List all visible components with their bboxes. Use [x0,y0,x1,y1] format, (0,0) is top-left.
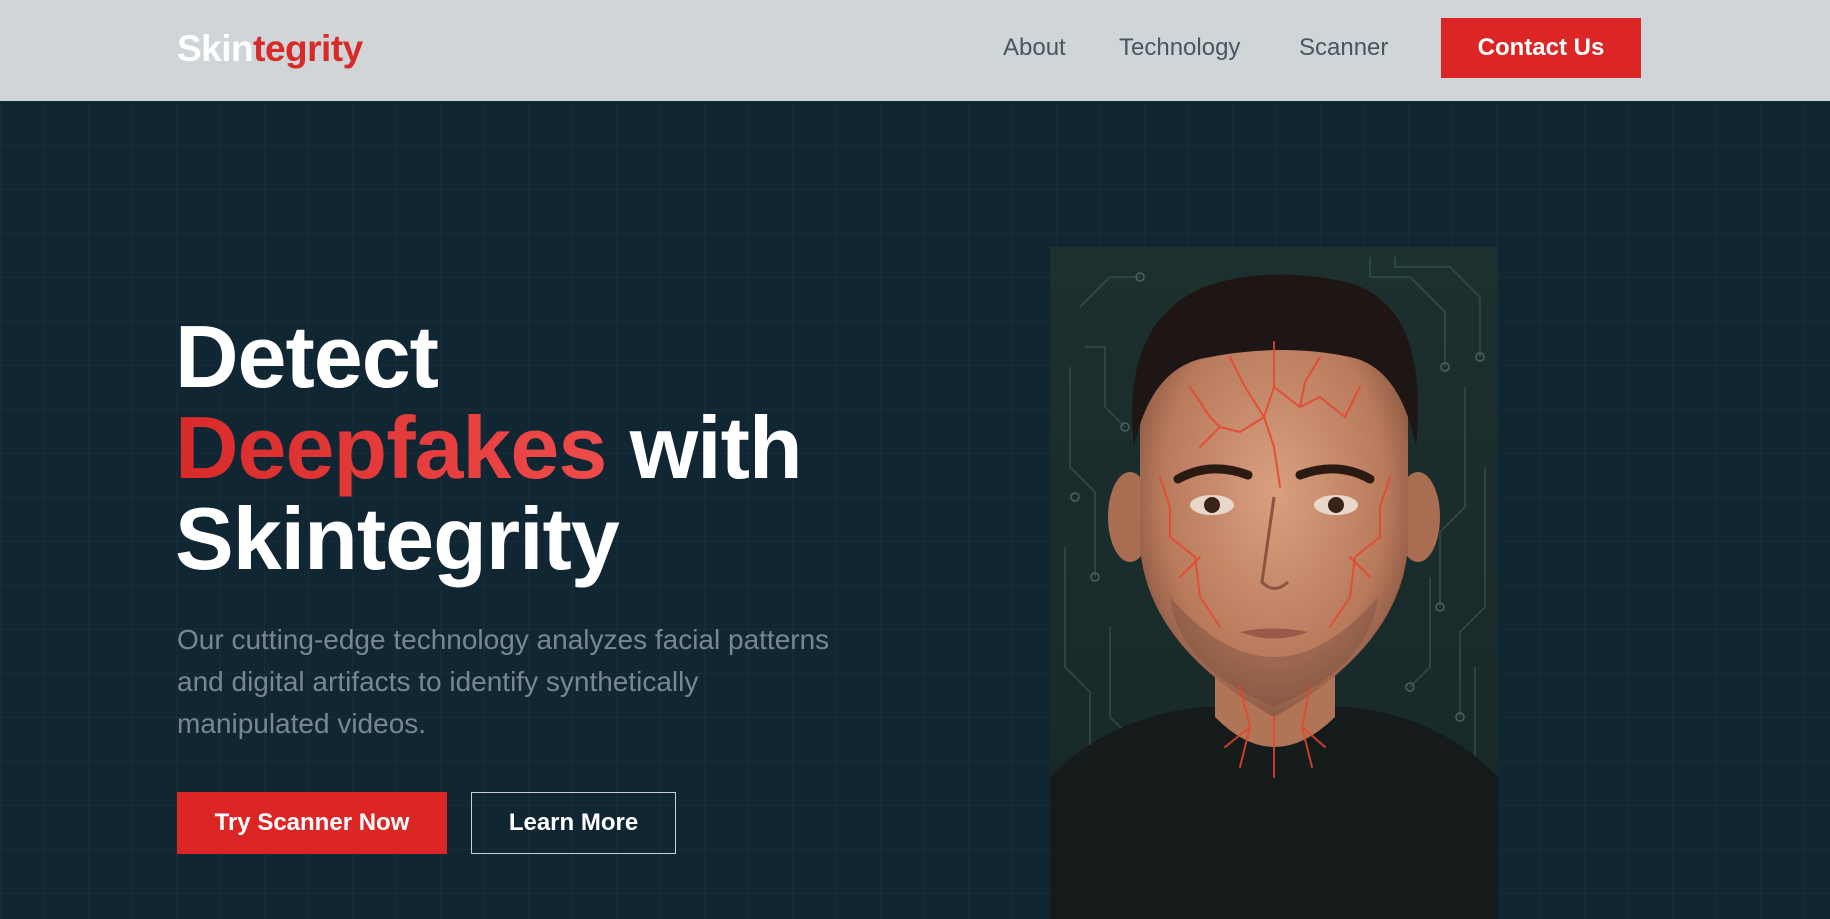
hero-section: Detect Deepfakes with Skintegrity Our cu… [0,101,1830,919]
portrait-illustration [1050,247,1498,919]
headline-row-2: Deepfakes with [175,402,975,493]
headline-with: with [606,398,803,497]
learn-more-button[interactable]: Learn More [471,792,676,854]
headline-row-3: Skintegrity [175,489,620,588]
hero-headline: Detect Deepfakes with Skintegrity [175,311,975,584]
site-header: Skintegrity About Technology Scanner Con… [0,0,1830,101]
brand-logo-part1: Skin [177,28,254,69]
headline-accent: Deepfakes [175,398,607,497]
nav-link-technology[interactable]: Technology [1119,30,1240,66]
hero-portrait-image [1050,247,1498,919]
brand-logo-part2: tegrity [253,28,363,69]
nav-link-scanner[interactable]: Scanner [1299,30,1388,66]
hero-subtitle: Our cutting-edge technology analyzes fac… [177,624,830,739]
headline-row-1: Detect [175,307,439,406]
nav-link-about[interactable]: About [1003,30,1066,66]
brand-logo[interactable]: Skintegrity [177,26,363,72]
contact-us-button[interactable]: Contact Us [1441,18,1641,78]
try-scanner-button[interactable]: Try Scanner Now [177,792,447,854]
